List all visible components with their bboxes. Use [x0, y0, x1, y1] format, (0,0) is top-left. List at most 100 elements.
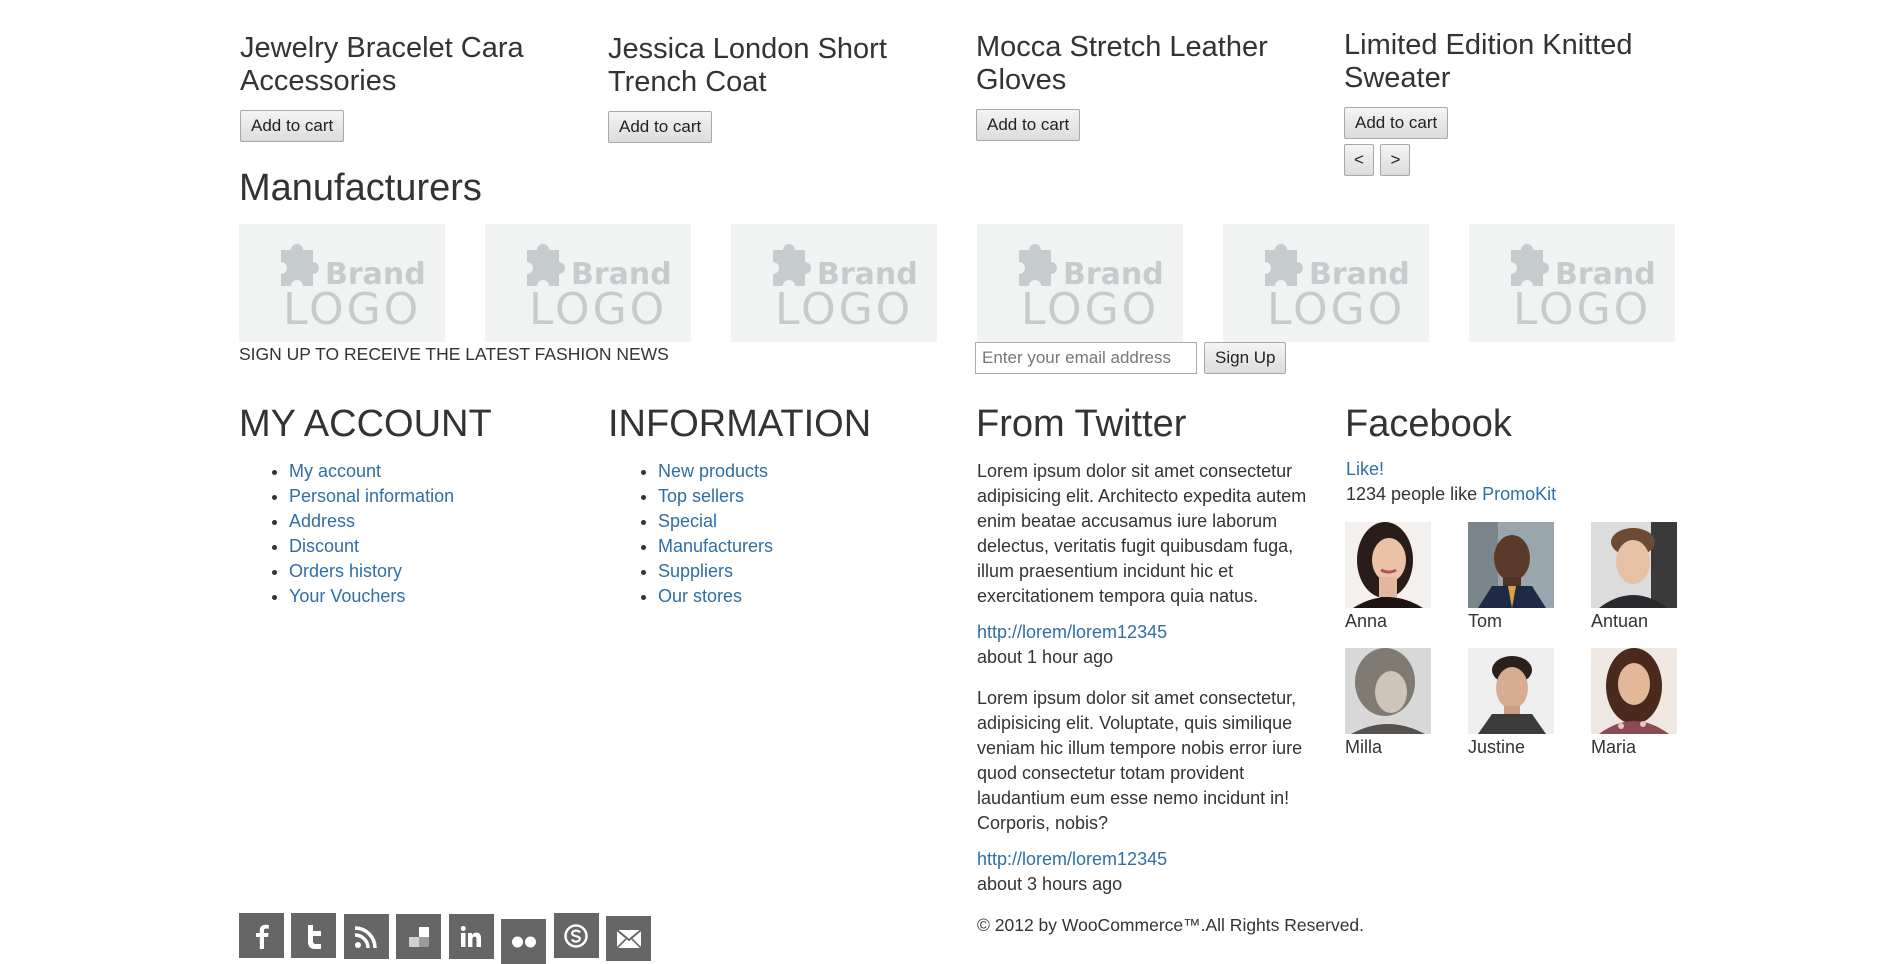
facebook-avatar[interactable]: Anna — [1345, 522, 1431, 632]
orders-history-link[interactable]: Orders history — [289, 561, 402, 581]
avatar-name: Anna — [1345, 611, 1388, 631]
brand-logo-line2: LOGO — [1513, 284, 1651, 335]
my-account-list: My account Personal information Address … — [239, 459, 454, 609]
tweet-time: about 1 hour ago — [977, 647, 1114, 667]
list-item: Top sellers — [658, 484, 773, 509]
product-title[interactable]: Jessica London Short Trench Coat — [608, 33, 938, 99]
product-card: Jewelry Bracelet Cara Accessories Add to… — [240, 32, 570, 142]
brand-logo-line2: LOGO — [1021, 284, 1159, 335]
brand-logo[interactable]: Brand LOGO — [1223, 224, 1429, 342]
product-title[interactable]: Mocca Stretch Leather Gloves — [976, 31, 1306, 97]
brand-logo-line2: LOGO — [775, 284, 913, 335]
product-card: Limited Edition Knitted Sweater Add to c… — [1344, 29, 1674, 139]
puzzle-icon — [1019, 244, 1057, 286]
delicious-icon[interactable] — [396, 914, 442, 959]
brand-logo[interactable]: Brand LOGO — [239, 224, 445, 342]
discount-link[interactable]: Discount — [289, 536, 359, 556]
avatar — [1468, 522, 1554, 608]
list-item: Personal information — [289, 484, 454, 509]
brand-logo[interactable]: Brand LOGO — [731, 224, 937, 342]
brand-logo-line2: LOGO — [529, 284, 667, 335]
brand-logo[interactable]: Brand LOGO — [485, 224, 691, 342]
special-link[interactable]: Special — [658, 511, 717, 531]
facebook-avatar[interactable]: Justine — [1468, 648, 1554, 758]
product-card: Mocca Stretch Leather Gloves Add to cart — [976, 31, 1306, 141]
email-icon[interactable] — [606, 916, 652, 961]
carousel-controls: < > — [1344, 144, 1411, 176]
people-like-text: 1234 people like — [1346, 484, 1478, 504]
facebook-people-count: 1234 people like PromoKit — [1346, 484, 1556, 505]
facebook-avatar[interactable]: Antuan — [1591, 522, 1677, 632]
rss-icon[interactable] — [343, 914, 389, 959]
brand-logo[interactable]: Brand LOGO — [977, 224, 1183, 342]
tweet-link[interactable]: http://lorem/lorem12345 — [977, 849, 1167, 870]
suppliers-link[interactable]: Suppliers — [658, 561, 733, 581]
tweet-text: Lorem ipsum dolor sit amet consectetur a… — [977, 461, 1307, 606]
avatar-name: Tom — [1468, 611, 1503, 631]
tweet-text: Lorem ipsum dolor sit amet consectetur, … — [977, 688, 1303, 833]
copyright-text: © 2012 by WooCommerce™.All Rights Reserv… — [977, 915, 1365, 935]
brand-logo[interactable]: Brand LOGO — [1469, 224, 1675, 342]
information-list: New products Top sellers Special Manufac… — [608, 459, 773, 609]
avatar — [1591, 522, 1677, 608]
new-products-link[interactable]: New products — [658, 461, 768, 481]
list-item: Discount — [289, 534, 454, 559]
brand-logo-line2: LOGO — [283, 284, 421, 335]
skype-icon[interactable] — [553, 913, 599, 958]
list-item: Your Vouchers — [289, 584, 454, 609]
facebook-like-link[interactable]: Like! — [1346, 459, 1384, 480]
product-title[interactable]: Jewelry Bracelet Cara Accessories — [240, 32, 570, 98]
list-item: New products — [658, 459, 773, 484]
facebook-icon[interactable] — [239, 913, 284, 958]
facebook-avatar[interactable]: Milla — [1345, 648, 1431, 758]
puzzle-icon — [281, 244, 319, 286]
tweet-time: about 3 hours ago — [977, 874, 1123, 894]
linkedin-icon[interactable] — [448, 914, 494, 959]
avatar-name: Maria — [1591, 737, 1637, 757]
address-link[interactable]: Address — [289, 511, 355, 531]
personal-information-link[interactable]: Personal information — [289, 486, 454, 506]
avatar — [1591, 648, 1677, 734]
flickr-icon[interactable] — [501, 919, 547, 964]
list-item: Orders history — [289, 559, 454, 584]
list-item: My account — [289, 459, 454, 484]
carousel-prev-button[interactable]: < — [1344, 144, 1374, 176]
list-item: Manufacturers — [658, 534, 773, 559]
promokit-link[interactable]: PromoKit — [1482, 484, 1556, 504]
tweet-link[interactable]: http://lorem/lorem12345 — [977, 622, 1167, 643]
puzzle-icon — [1265, 244, 1303, 286]
add-to-cart-button[interactable]: Add to cart — [1344, 107, 1449, 139]
facebook-avatar[interactable]: Tom — [1468, 522, 1554, 632]
avatar-name: Antuan — [1591, 611, 1649, 631]
facebook-title: Facebook — [1345, 403, 1512, 445]
twitter-icon[interactable] — [291, 913, 337, 958]
manufacturers-title: Manufacturers — [239, 167, 482, 209]
email-input[interactable] — [975, 342, 1197, 374]
facebook-avatar[interactable]: Maria — [1591, 648, 1677, 758]
your-vouchers-link[interactable]: Your Vouchers — [289, 586, 405, 606]
newsletter-label: SIGN UP TO RECEIVE THE LATEST FASHION NE… — [239, 344, 669, 364]
puzzle-icon — [773, 244, 811, 286]
information-title: INFORMATION — [608, 403, 872, 445]
manufacturers-link[interactable]: Manufacturers — [658, 536, 773, 556]
list-item: Our stores — [658, 584, 773, 609]
sign-up-button[interactable]: Sign Up — [1204, 342, 1287, 374]
social-icons-bar — [239, 913, 654, 964]
avatar — [1345, 522, 1431, 608]
avatar — [1345, 648, 1431, 734]
top-sellers-link[interactable]: Top sellers — [658, 486, 744, 506]
our-stores-link[interactable]: Our stores — [658, 586, 742, 606]
list-item: Address — [289, 509, 454, 534]
puzzle-icon — [1511, 244, 1549, 286]
avatar-name: Milla — [1345, 737, 1383, 757]
list-item: Special — [658, 509, 773, 534]
product-card: Jessica London Short Trench Coat Add to … — [608, 33, 938, 143]
add-to-cart-button[interactable]: Add to cart — [608, 111, 713, 143]
add-to-cart-button[interactable]: Add to cart — [240, 110, 345, 142]
product-title[interactable]: Limited Edition Knitted Sweater — [1344, 29, 1674, 95]
brand-logo-line2: LOGO — [1267, 284, 1405, 335]
avatar — [1468, 648, 1554, 734]
my-account-link[interactable]: My account — [289, 461, 381, 481]
add-to-cart-button[interactable]: Add to cart — [976, 109, 1081, 141]
carousel-next-button[interactable]: > — [1380, 144, 1411, 176]
